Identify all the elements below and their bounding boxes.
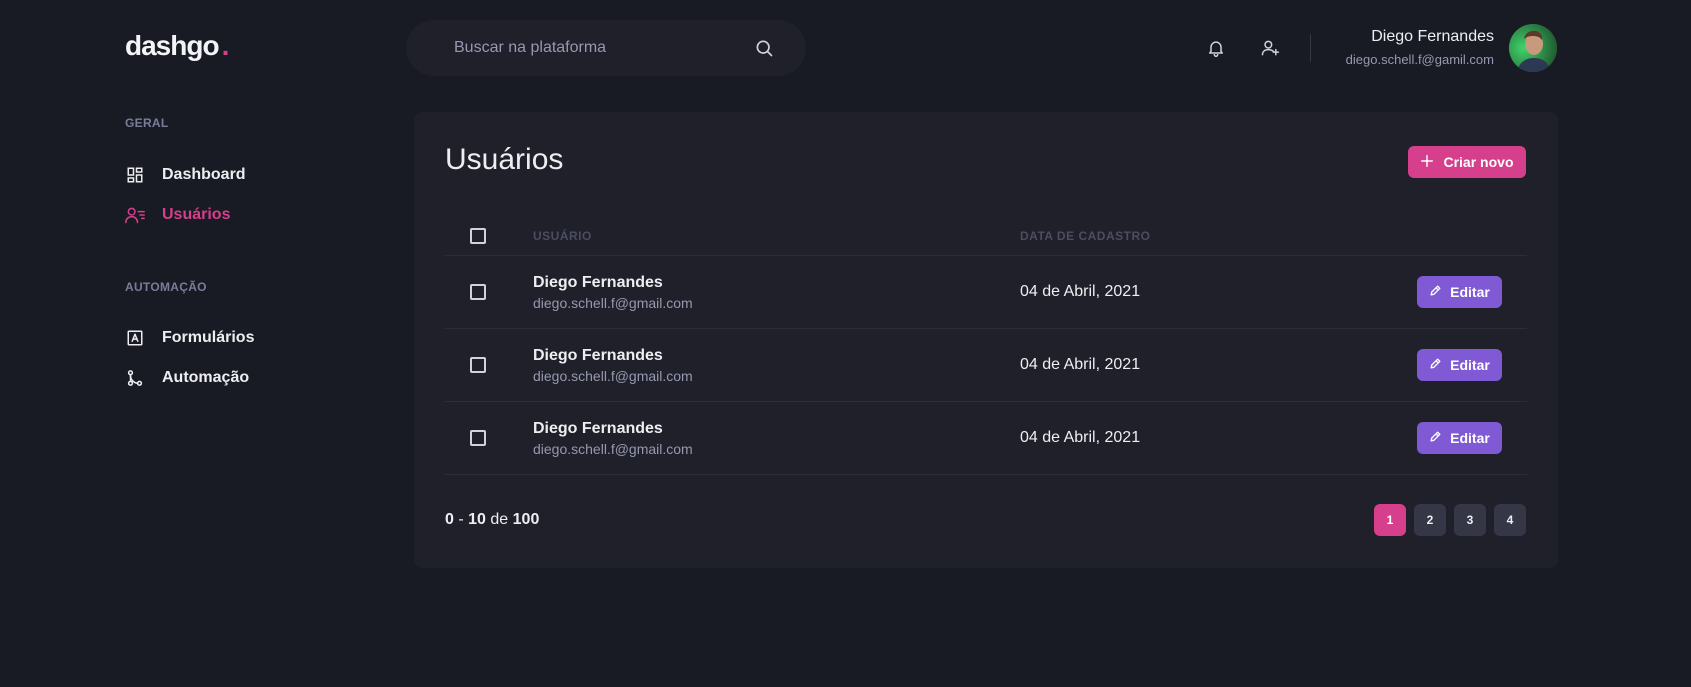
- edit-button[interactable]: Editar: [1417, 349, 1502, 381]
- user-date: 04 de Abril, 2021: [1020, 356, 1141, 373]
- form-icon: [125, 328, 145, 348]
- pencil-icon: [1429, 284, 1442, 300]
- sidebar-section-title-automacao: AUTOMAÇÃO: [125, 280, 207, 294]
- logo-dot: .: [221, 30, 230, 61]
- user-date: 04 de Abril, 2021: [1020, 429, 1141, 446]
- table-row: Diego Fernandes diego.schell.f@gmail.com…: [445, 329, 1527, 402]
- user-email: diego.schell.f@gmail.com: [533, 440, 693, 457]
- sidebar-item-label: Dashboard: [162, 166, 246, 183]
- table-row: Diego Fernandes diego.schell.f@gmail.com…: [445, 402, 1527, 475]
- row-checkbox[interactable]: [470, 284, 486, 300]
- users-card: Usuários Criar novo USUÁRIO DATA DE CADA…: [414, 112, 1558, 568]
- page-button-4[interactable]: 4: [1494, 504, 1526, 536]
- pagination: 1 2 3 4: [1374, 504, 1526, 536]
- user-email: diego.schell.f@gmail.com: [533, 367, 693, 384]
- pencil-icon: [1429, 430, 1442, 446]
- edit-label: Editar: [1450, 430, 1490, 446]
- of-label: de: [490, 511, 509, 528]
- sidebar-item-label: Formulários: [162, 329, 255, 346]
- edit-label: Editar: [1450, 284, 1490, 300]
- users-table: USUÁRIO DATA DE CADASTRO Diego Fernandes…: [445, 216, 1527, 475]
- user-add-icon[interactable]: [1259, 37, 1281, 59]
- column-header-usuario: USUÁRIO: [533, 228, 592, 243]
- user-date: 04 de Abril, 2021: [1020, 283, 1141, 300]
- users-icon: [125, 205, 145, 225]
- range-end: 10: [468, 511, 486, 528]
- sidebar-item-label: Usuários: [162, 206, 231, 223]
- row-checkbox[interactable]: [470, 357, 486, 373]
- git-merge-icon: [125, 368, 145, 388]
- sidebar-section-title-geral: GERAL: [125, 116, 169, 130]
- edit-button[interactable]: Editar: [1417, 422, 1502, 454]
- search-input[interactable]: [454, 39, 754, 57]
- sidebar-item-usuarios[interactable]: Usuários: [125, 205, 230, 225]
- user-name: Diego Fernandes: [533, 419, 663, 437]
- create-user-label: Criar novo: [1443, 154, 1514, 170]
- header-divider: [1310, 34, 1311, 62]
- row-checkbox[interactable]: [470, 430, 486, 446]
- page-button-1[interactable]: 1: [1374, 504, 1406, 536]
- pagination-info: 0 - 10 de 100: [445, 511, 539, 529]
- page-button-3[interactable]: 3: [1454, 504, 1486, 536]
- edit-label: Editar: [1450, 357, 1490, 373]
- user-name: Diego Fernandes: [533, 346, 663, 364]
- profile-email: diego.schell.f@gamil.com: [1345, 52, 1494, 67]
- search-icon[interactable]: [754, 38, 774, 58]
- pencil-icon: [1429, 357, 1442, 373]
- logo-text: dashgo: [125, 30, 220, 61]
- table-header: USUÁRIO DATA DE CADASTRO: [445, 216, 1527, 256]
- logo[interactable]: dashgo.: [125, 30, 230, 62]
- user-name: Diego Fernandes: [533, 273, 663, 291]
- page-button-2[interactable]: 2: [1414, 504, 1446, 536]
- create-user-button[interactable]: Criar novo: [1408, 146, 1526, 178]
- total-count: 100: [512, 511, 540, 528]
- column-header-data: DATA DE CADASTRO: [1020, 228, 1151, 243]
- user-email: diego.schell.f@gmail.com: [533, 294, 693, 311]
- sidebar-item-dashboard[interactable]: Dashboard: [125, 165, 246, 185]
- search-bar[interactable]: [406, 20, 806, 76]
- sidebar-item-automacao[interactable]: Automação: [125, 368, 249, 388]
- dashboard-icon: [125, 165, 145, 185]
- table-row: Diego Fernandes diego.schell.f@gmail.com…: [445, 256, 1527, 329]
- page-title: Usuários: [445, 143, 564, 176]
- edit-button[interactable]: Editar: [1417, 276, 1502, 308]
- avatar[interactable]: [1509, 24, 1557, 72]
- profile-name: Diego Fernandes: [1371, 28, 1494, 45]
- range-separator: -: [458, 511, 464, 528]
- range-start: 0: [445, 511, 454, 528]
- plus-icon: [1420, 154, 1434, 171]
- sidebar-item-label: Automação: [162, 369, 250, 386]
- bell-icon[interactable]: [1205, 37, 1227, 59]
- select-all-checkbox[interactable]: [470, 227, 486, 244]
- sidebar-item-formularios[interactable]: Formulários: [125, 328, 254, 348]
